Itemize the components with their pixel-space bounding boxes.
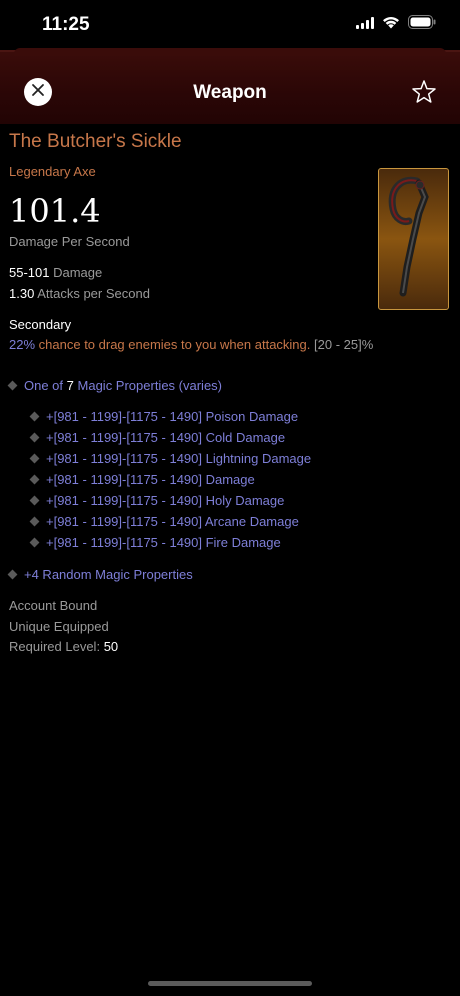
magic-option: +[981 - 1199]-[1175 - 1490] Lightning Da… (29, 451, 311, 466)
bullet-diamond-icon (7, 380, 18, 391)
secondary-range: [20 - 25]% (314, 337, 374, 352)
magic-option: +[981 - 1199]-[1175 - 1490] Damage (29, 472, 255, 487)
magic-prefix: One of (24, 378, 64, 393)
damage-label: Damage (53, 265, 103, 280)
nav-header: Weapon (0, 48, 460, 124)
damage-value: 55-101 (9, 265, 50, 280)
secondary-label: Secondary (9, 317, 72, 332)
secondary-affix: 22% chance to drag enemies to you when a… (9, 337, 373, 352)
dps-label: Damage Per Second (9, 234, 130, 249)
magic-option: +[981 - 1199]-[1175 - 1490] Cold Damage (29, 430, 285, 445)
unique-equipped: Unique Equipped (9, 619, 109, 634)
magic-option: +[981 - 1199]-[1175 - 1490] Holy Damage (29, 493, 284, 508)
battery-icon (408, 15, 436, 34)
magic-option: +[981 - 1199]-[1175 - 1490] Fire Damage (29, 535, 281, 550)
magic-option: +[981 - 1199]-[1175 - 1490] Arcane Damag… (29, 514, 299, 529)
damage-line: 55-101 Damage (9, 265, 102, 280)
bullet-diamond-icon (29, 411, 40, 422)
aps-value: 1.30 (9, 286, 35, 301)
item-image (378, 168, 449, 310)
signal-icon (356, 16, 374, 34)
magic-count: 7 (66, 378, 74, 393)
status-icons (356, 15, 436, 34)
dps-value: 101.4 (9, 192, 101, 230)
item-name: The Butcher's Sickle (9, 131, 182, 152)
bullet-diamond-icon (7, 569, 18, 580)
wifi-icon (382, 16, 400, 34)
bullet-diamond-icon (29, 516, 40, 527)
bullet-diamond-icon (29, 432, 40, 443)
secondary-text: chance to drag enemies to you when attac… (38, 337, 311, 352)
bullet-diamond-icon (29, 537, 40, 548)
aps-label: Attacks per Second (37, 286, 150, 301)
random-properties: +4 Random Magic Properties (7, 567, 193, 582)
required-level: Required Level: 50 (9, 639, 118, 654)
status-bar: 11:25 (0, 0, 460, 50)
bullet-diamond-icon (29, 495, 40, 506)
magic-properties-header: One of 7 Magic Properties (varies) (7, 378, 223, 393)
secondary-pct: 22% (9, 337, 36, 352)
page-title: Weapon (193, 82, 267, 103)
bullet-diamond-icon (29, 453, 40, 464)
required-level-label: Required Level: (9, 639, 101, 654)
magic-label: Magic Properties (varies) (77, 378, 223, 393)
required-level-value: 50 (103, 639, 119, 654)
star-icon (410, 80, 438, 110)
item-type: Legendary Axe (9, 164, 96, 179)
home-indicator[interactable] (148, 981, 312, 986)
status-time: 11:25 (42, 14, 90, 35)
favorite-button[interactable] (410, 78, 438, 106)
bullet-diamond-icon (29, 474, 40, 485)
account-bound: Account Bound (9, 598, 98, 613)
magic-option: +[981 - 1199]-[1175 - 1490] Poison Damag… (29, 409, 298, 424)
aps-line: 1.30 Attacks per Second (9, 286, 150, 301)
